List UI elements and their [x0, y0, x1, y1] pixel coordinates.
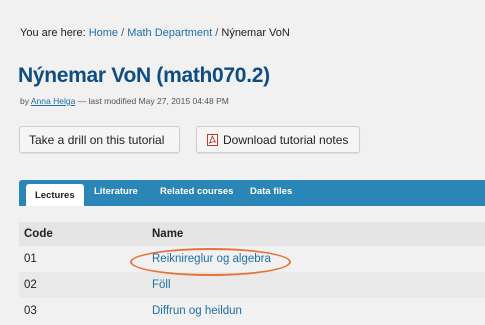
- breadcrumb-separator: /: [212, 27, 222, 39]
- tab-lectures[interactable]: Lectures: [26, 184, 84, 206]
- column-header-name: Name: [152, 228, 184, 240]
- lecture-code: 01: [24, 253, 37, 265]
- byline: by Anna Helga — last modified May 27, 20…: [20, 96, 229, 106]
- download-notes-label: Download tutorial notes: [223, 132, 349, 147]
- lecture-link[interactable]: Föll: [152, 279, 171, 291]
- lectures-table: Code Name 01 Reiknireglur og algebra 02 …: [19, 222, 485, 324]
- take-drill-label: Take a drill on this tutorial: [29, 132, 165, 147]
- tab-literature[interactable]: Literature: [94, 186, 138, 197]
- breadcrumb-home[interactable]: Home: [89, 27, 118, 39]
- tab-lectures-label: Lectures: [35, 189, 75, 201]
- tab-data-files[interactable]: Data files: [250, 186, 292, 197]
- lecture-code: 02: [24, 279, 37, 291]
- tab-related-courses[interactable]: Related courses: [160, 186, 233, 197]
- table-row: 03 Diffrun og heildun: [19, 298, 485, 324]
- lecture-link[interactable]: Reiknireglur og algebra: [152, 253, 271, 265]
- table-row: 02 Föll: [19, 272, 485, 298]
- table-row: 01 Reiknireglur og algebra: [19, 246, 485, 272]
- breadcrumb: You are here: Home / Math Department / N…: [20, 27, 290, 39]
- lecture-code: 03: [24, 305, 37, 317]
- download-notes-button[interactable]: Download tutorial notes: [196, 126, 360, 153]
- breadcrumb-prefix: You are here:: [20, 27, 89, 39]
- breadcrumb-separator: /: [118, 27, 128, 39]
- byline-prefix: by: [20, 96, 31, 106]
- lecture-link[interactable]: Diffrun og heildun: [152, 305, 242, 317]
- column-header-code: Code: [24, 228, 53, 240]
- tab-bar: Lectures Literature Related courses Data…: [19, 180, 485, 206]
- page-title: Nýnemar VoN (math070.2): [18, 64, 270, 87]
- author-link[interactable]: Anna Helga: [31, 96, 75, 106]
- take-drill-button[interactable]: Take a drill on this tutorial: [19, 126, 180, 153]
- table-header: Code Name: [19, 222, 485, 246]
- breadcrumb-current: Nýnemar VoN: [221, 27, 290, 39]
- breadcrumb-math-department[interactable]: Math Department: [127, 27, 212, 39]
- pdf-icon: [207, 133, 218, 146]
- last-modified: — last modified May 27, 2015 04:48 PM: [75, 96, 229, 106]
